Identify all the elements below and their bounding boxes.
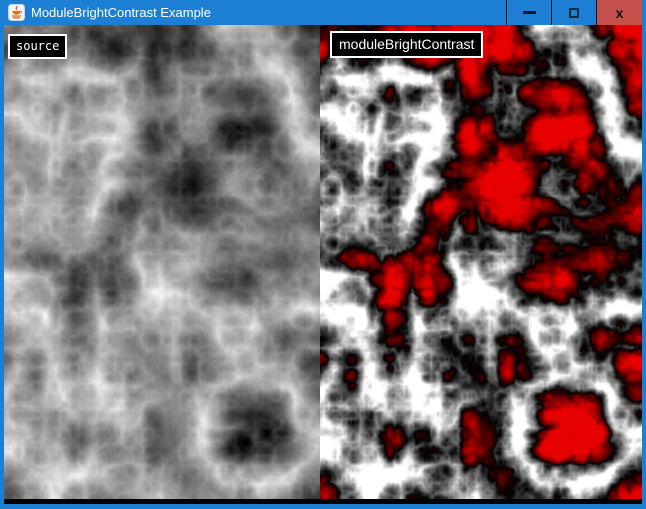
close-icon: x [616,6,624,20]
source-panel: source [4,25,320,499]
source-image [4,25,320,499]
window-title: ModuleBrightContrast Example [31,0,211,25]
titlebar[interactable]: ModuleBrightContrast Example x [0,0,646,25]
minimize-icon [523,11,536,14]
source-image-label: source [8,34,67,59]
result-image [320,25,642,499]
window-content: source moduleBrightContrast [0,25,646,509]
java-coffee-cup-icon [8,4,25,21]
app-window: ModuleBrightContrast Example x source mo… [0,0,646,509]
maximize-icon [569,8,579,18]
window-controls: x [506,0,642,25]
close-button[interactable]: x [596,0,642,25]
result-panel: moduleBrightContrast [320,25,642,499]
result-image-label: moduleBrightContrast [330,31,483,58]
maximize-button[interactable] [551,0,596,25]
minimize-button[interactable] [506,0,551,25]
